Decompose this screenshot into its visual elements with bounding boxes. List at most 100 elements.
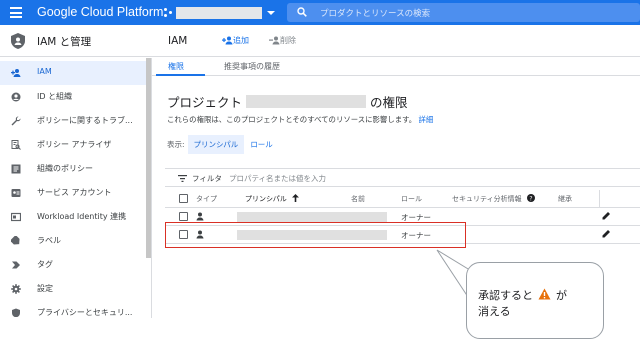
help-icon[interactable]: ? (526, 194, 535, 202)
table-header: タイプ プリンシパル 名前 ロール セキュリティ分析情報 ? 継承 (165, 190, 640, 208)
sidebar-item-labels[interactable]: ラベル (0, 229, 146, 253)
filter-input[interactable]: プロパティ名または値を入力 (229, 173, 326, 184)
add-button[interactable]: 追加 (222, 35, 249, 46)
active-tab-indicator (156, 74, 205, 76)
permissions-description: これらの権限は、このプロジェクトとそのすべてのリソースに影響します。 詳細 (167, 114, 433, 125)
search-icon (297, 7, 307, 17)
sidebar-scrollbar[interactable] (146, 58, 151, 258)
view-by-principal[interactable]: プリンシパル (187, 135, 245, 154)
arrow-up-icon (292, 194, 300, 202)
sidebar-item-workload-identity[interactable]: Workload Identity 連携 (0, 205, 146, 229)
sidebar-item-label: タグ (37, 260, 53, 269)
project-dots-icon (164, 8, 173, 17)
sidebar-item-service-accounts[interactable]: サービス アカウント (0, 181, 146, 205)
header-security-insights: セキュリティ分析情報 ? (452, 194, 535, 204)
filter-bar[interactable]: フィルタ プロパティ名または値を入力 (165, 168, 640, 187)
sidebar-item-privacy[interactable]: プライバシーとセキュリ... (0, 301, 146, 317)
title-prefix: プロジェクト (167, 95, 243, 110)
header-security-label: セキュリティ分析情報 (452, 195, 522, 203)
view-by-role[interactable]: ロール (244, 135, 279, 154)
highlight-box (165, 222, 466, 248)
callout-line1-after: が (556, 289, 567, 302)
header-name: 名前 (351, 195, 365, 203)
sidebar-item-iam[interactable]: IAM (0, 61, 146, 85)
sidebar-item-label: ID と組織 (37, 92, 73, 101)
principal-redacted (237, 212, 387, 222)
tag-icon (12, 261, 20, 269)
filter-label: フィルタ (192, 174, 222, 183)
tab-recommendation-history[interactable]: 推奨事項の履歴 (224, 61, 280, 72)
delete-button[interactable]: 削除 (269, 35, 296, 46)
person-icon (196, 212, 204, 221)
person-add-icon (11, 69, 21, 77)
header-type: タイプ (196, 195, 217, 203)
brand-title[interactable]: Google Cloud Platform (37, 5, 163, 19)
sidebar-item-label: ポリシーに関するトラブ... (37, 116, 133, 125)
sidebar-nav: IAM ID と組織 ポリシーに関するトラブ... ポリシー アナライザ 組織の… (0, 58, 152, 318)
title-suffix: の権限 (370, 95, 408, 110)
gear-icon (11, 284, 21, 294)
sidebar-item-label: サービス アカウント (37, 188, 112, 197)
search-input[interactable]: プロダクトとリソースの検索 (287, 3, 640, 22)
page-title: IAM (168, 35, 188, 47)
svg-text:?: ? (529, 195, 532, 202)
warning-icon (538, 288, 551, 304)
search-placeholder: プロダクトとリソースの検索 (320, 9, 431, 19)
view-label: 表示: (167, 140, 185, 149)
filter-icon (178, 175, 187, 182)
callout-line2: 消える (478, 305, 511, 318)
view-toggle: 表示: プリンシパル ロール (167, 135, 279, 154)
edit-icon[interactable] (602, 229, 611, 238)
menu-icon[interactable] (10, 7, 22, 18)
sidebar-title: IAM と管理 (37, 36, 92, 48)
sidebar-item-identity[interactable]: ID と組織 (0, 85, 146, 109)
label-icon (11, 236, 20, 245)
column-divider (599, 190, 600, 208)
delete-button-label: 削除 (280, 36, 296, 45)
sidebar-item-policy-analyzer[interactable]: ポリシー アナライザ (0, 133, 146, 157)
sidebar-item-settings[interactable]: 設定 (0, 277, 146, 301)
sidebar-header: IAM と管理 (0, 25, 152, 57)
description-text: これらの権限は、このプロジェクトとそのすべてのリソースに影響します。 (167, 115, 417, 124)
person-remove-icon (269, 36, 280, 45)
account-circle-icon (11, 92, 21, 102)
row-checkbox[interactable] (179, 212, 188, 221)
top-app-bar: Google Cloud Platform プロダクトとリソースの検索 (0, 0, 640, 25)
sidebar-item-label: 組織のポリシー (37, 164, 93, 173)
header-principal[interactable]: プリンシパル (245, 194, 300, 204)
policy-search-icon (11, 140, 21, 150)
caret-down-icon (267, 10, 275, 15)
sidebar-item-label: Workload Identity 連携 (37, 212, 127, 221)
tab-bar: 権限 推奨事項の履歴 (152, 58, 640, 76)
sidebar-item-org-policies[interactable]: 組織のポリシー (0, 157, 146, 181)
sidebar-item-troubleshooter[interactable]: ポリシーに関するトラブ... (0, 109, 146, 133)
sidebar-item-label: プライバシーとセキュリ... (37, 308, 133, 317)
id-card-icon (11, 212, 21, 222)
shield-icon (11, 33, 25, 49)
sidebar-item-label: IAM (37, 67, 52, 76)
wrench-icon (11, 116, 21, 126)
project-selector[interactable] (164, 4, 275, 21)
add-button-label: 追加 (233, 36, 249, 45)
details-link[interactable]: 詳細 (419, 115, 434, 124)
sidebar-item-label: ラベル (37, 236, 61, 245)
permissions-title: プロジェクト の権限 (167, 92, 408, 111)
tab-permissions[interactable]: 権限 (168, 61, 184, 72)
callout-line1-before: 承認すると (478, 289, 533, 302)
sidebar-item-tags[interactable]: タグ (0, 253, 146, 277)
sidebar-item-label: 設定 (37, 284, 53, 293)
project-name-redacted (176, 6, 262, 19)
header-role: ロール (401, 195, 422, 203)
person-add-icon (222, 36, 233, 45)
list-icon (11, 164, 21, 174)
edit-icon[interactable] (602, 211, 611, 220)
shield-icon (12, 308, 20, 317)
select-all-checkbox[interactable] (179, 194, 188, 203)
sidebar-item-label: ポリシー アナライザ (37, 140, 112, 149)
project-id-redacted (246, 95, 367, 108)
header-inherited: 継承 (558, 195, 572, 203)
header-principal-label: プリンシパル (245, 195, 287, 203)
callout-text: 承認すると が 消える (478, 288, 567, 319)
page-header: IAM 追加 削除 (152, 25, 640, 57)
service-account-icon (11, 189, 21, 197)
